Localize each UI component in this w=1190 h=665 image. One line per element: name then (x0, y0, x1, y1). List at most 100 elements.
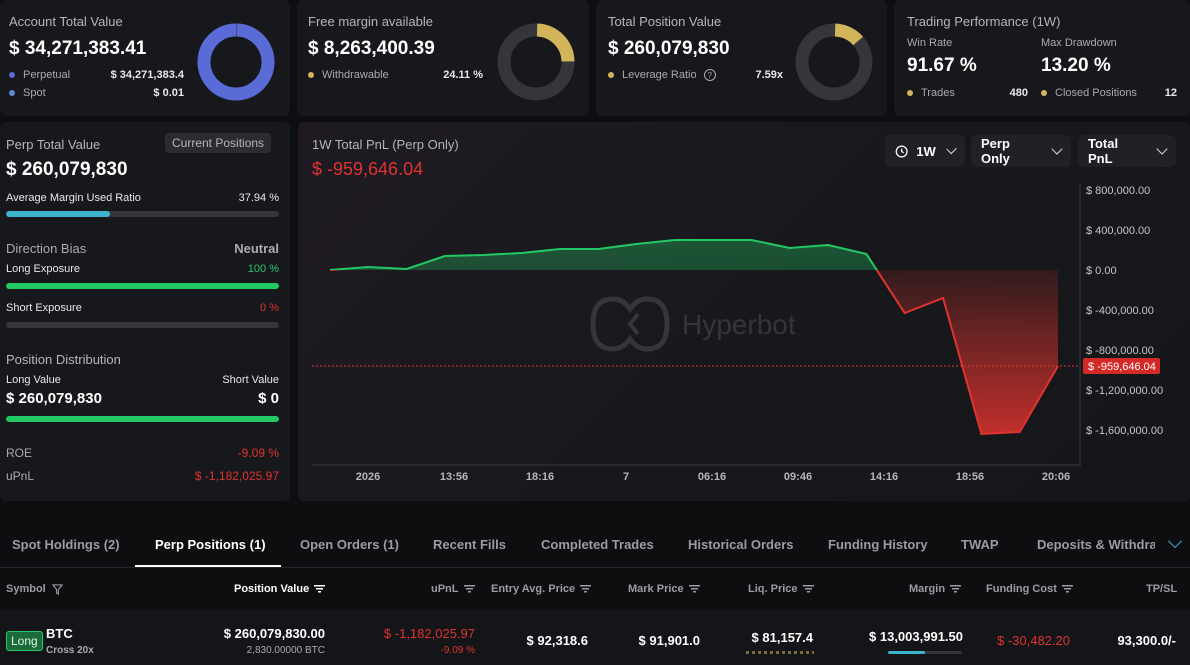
tab-recent-fills[interactable]: Recent Fills (433, 537, 506, 552)
position-distribution-label: Position Distribution (6, 352, 121, 367)
win-rate-label: Win Rate (907, 37, 953, 49)
margin-value: $ 8,263,400.39 (308, 38, 435, 59)
long-exposure-row: Long Exposure 100 % (6, 263, 279, 275)
x-tick-label: 18:56 (956, 471, 984, 483)
x-tick-label: 14:16 (870, 471, 898, 483)
help-icon[interactable]: ? (703, 69, 716, 82)
y-tick-label: $ 0.00 (1086, 265, 1117, 277)
chart-title: 1W Total PnL (Perp Only) (312, 137, 459, 152)
donut-segment (197, 23, 275, 101)
perp-total-value: $ 260,079,830 (6, 159, 128, 180)
long-exposure-bar (6, 283, 279, 289)
spot-dot (9, 90, 15, 97)
timeframe-dropdown[interactable]: 1W (885, 135, 965, 167)
perpetual-row: Perpetual $ 34,271,383.4 (9, 69, 184, 81)
pnl-chart[interactable]: Hyperbot $ 800,000.00 $ 400,000.00 $ 0.00 $… (298, 176, 1190, 488)
account-card: Account Total Value $ 34,271,383.41 Perp… (0, 0, 290, 116)
amur-row: Average Margin Used Ratio 37.94 % (6, 192, 279, 204)
tab-funding-history[interactable]: Funding History (828, 537, 928, 552)
sort-icon (463, 585, 475, 594)
filter-icon[interactable] (51, 583, 64, 595)
long-value: $ 260,079,830 (6, 390, 102, 407)
sort-icon (688, 585, 700, 594)
col-entry-price[interactable]: Entry Avg. Price (491, 583, 592, 595)
bottom-tabs: Spot Holdings (2) Perp Positions (1) Ope… (0, 522, 1190, 568)
x-tick-label: 13:56 (440, 471, 468, 483)
col-liq-price[interactable]: Liq. Price (748, 583, 814, 595)
performance-label: Trading Performance (1W) (907, 14, 1061, 29)
y-tick-label: $ 800,000.00 (1086, 185, 1150, 197)
position-value-cell: $ 260,079,830.00 (223, 626, 325, 641)
margin-mode: Cross 20x (46, 645, 94, 656)
tpsl-cell[interactable]: 93,300.0/- (1117, 633, 1176, 648)
trades-row: Trades 480 (907, 87, 1028, 99)
col-margin[interactable]: Margin (909, 583, 962, 595)
trades-dot (907, 90, 913, 97)
margin-cell: $ 13,003,991.50 (869, 629, 963, 644)
perp-panel: Perp Total Value Current Positions $ 260… (0, 122, 290, 501)
y-tick-label: $ -1,200,000.00 (1086, 385, 1163, 397)
x-tick-label: 18:16 (526, 471, 554, 483)
symbol-name[interactable]: BTC (46, 626, 73, 641)
position-card: Total Position Value $ 260,079,830 Lever… (596, 0, 887, 116)
y-tick-label: $ -1,600,000.00 (1086, 425, 1163, 437)
distribution-bar (6, 416, 279, 422)
margin-bar-fill (888, 651, 925, 654)
tab-completed-trades[interactable]: Completed Trades (541, 537, 654, 552)
y-tick-label: $ -800,000.00 (1086, 345, 1154, 357)
performance-card: Trading Performance (1W) Win Rate 91.67 … (894, 0, 1190, 116)
sort-icon (1061, 585, 1073, 594)
leverage-row: Leverage Ratio ? 7.59x (608, 69, 783, 82)
col-mark-price[interactable]: Mark Price (628, 583, 700, 595)
x-tick-label: 06:16 (698, 471, 726, 483)
col-symbol[interactable]: Symbol (6, 583, 64, 595)
direction-bias-row: Direction Bias Neutral (6, 241, 279, 256)
distribution-fill (6, 416, 279, 422)
sort-icon (802, 585, 814, 594)
tab-open-orders[interactable]: Open Orders (1) (300, 537, 399, 552)
margin-label: Free margin available (308, 14, 434, 29)
withdrawable-row: Withdrawable 24.11 % (308, 69, 483, 81)
scope-dropdown[interactable]: Perp Only (971, 135, 1071, 167)
closed-positions-dot (1041, 90, 1047, 97)
margin-card: Free margin available $ 8,263,400.39 Wit… (297, 0, 589, 116)
hyperbot-watermark: Hyperbot (590, 296, 796, 352)
tabs-expand-chevron-icon[interactable] (1167, 533, 1183, 549)
roe-row: ROE -9.09 % (6, 446, 279, 460)
liq-price-cell: $ 81,157.4 (751, 630, 813, 645)
chevron-down-icon (1051, 143, 1063, 155)
chevron-down-icon (946, 143, 957, 155)
tab-perp-positions[interactable]: Perp Positions (1) (155, 537, 266, 552)
leverage-dot (608, 72, 614, 79)
upnl-row: uPnL $ -1,182,025.97 (6, 469, 279, 483)
upnl-cell: $ -1,182,025.97 (383, 626, 475, 641)
tab-spot-holdings[interactable]: Spot Holdings (2) (12, 537, 120, 552)
position-donut (795, 23, 873, 101)
account-donut (197, 23, 275, 101)
margin-bar (888, 651, 962, 654)
tab-deposits-withdraw[interactable]: Deposits & Withdraw (1037, 537, 1155, 552)
amur-bar-fill (6, 211, 110, 217)
account-value: $ 34,271,383.41 (9, 38, 147, 59)
account-label: Account Total Value (9, 14, 123, 29)
mark-price-cell: $ 91,901.0 (638, 633, 700, 648)
short-value: $ 0 (258, 390, 279, 407)
sort-icon (950, 585, 962, 594)
x-tick-label: 20:06 (1042, 471, 1070, 483)
sort-icon (580, 585, 592, 594)
distribution-labels-row: Long Value Short Value (6, 374, 279, 386)
col-funding-cost[interactable]: Funding Cost (986, 583, 1073, 595)
tab-historical-orders[interactable]: Historical Orders (688, 537, 794, 552)
margin-donut (497, 23, 575, 101)
col-position-value[interactable]: Position Value (234, 583, 326, 595)
current-positions-button[interactable]: Current Positions (165, 133, 272, 153)
x-tick-label: 09:46 (784, 471, 812, 483)
tab-twap[interactable]: TWAP (961, 537, 999, 552)
metric-dropdown[interactable]: Total PnL (1078, 135, 1176, 167)
col-upnl[interactable]: uPnL (431, 583, 475, 595)
perp-total-label: Perp Total Value (6, 137, 101, 152)
spot-row: Spot $ 0.01 (9, 87, 184, 99)
funding-cost-cell: $ -30,482.20 (996, 633, 1070, 648)
position-label: Total Position Value (608, 14, 722, 29)
position-size-cell: 2,830.00000 BTC (246, 645, 325, 656)
